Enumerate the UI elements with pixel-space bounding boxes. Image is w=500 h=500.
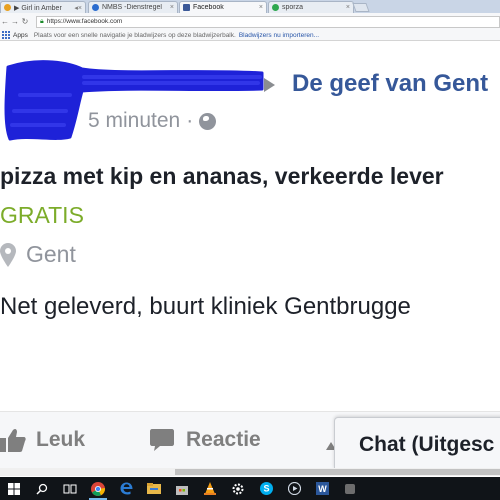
- horizontal-scrollbar[interactable]: [0, 468, 500, 476]
- comment-bubble-icon: [150, 429, 174, 451]
- comment-button[interactable]: Reactie: [150, 428, 261, 452]
- post-timestamp[interactable]: 5 minuten: [88, 109, 180, 133]
- media-player-icon[interactable]: [280, 477, 308, 500]
- address-bar[interactable]: 🔒︎ https://www.facebook.com: [36, 15, 500, 28]
- reload-icon[interactable]: ↻: [20, 17, 30, 26]
- tab-favicon-icon: [92, 4, 99, 11]
- tab-facebook[interactable]: Facebook ×: [179, 1, 267, 13]
- search-icon[interactable]: [28, 477, 56, 500]
- bookmarks-message: Plaats voor een snelle navigatie je blad…: [33, 31, 236, 39]
- tab-favicon-icon: [4, 4, 11, 11]
- chat-label: Chat (Uitgesc: [359, 433, 495, 456]
- new-tab-button[interactable]: [352, 3, 370, 12]
- listing-price: GRATIS: [0, 202, 84, 228]
- apps-link[interactable]: Apps: [13, 32, 28, 39]
- tab-sporza[interactable]: sporza ×: [268, 1, 354, 13]
- chrome-icon[interactable]: [84, 477, 112, 500]
- svg-text:S: S: [263, 484, 269, 494]
- skype-icon[interactable]: S: [252, 477, 280, 500]
- tab-label: Facebook: [193, 4, 224, 11]
- listing-location: Gent: [0, 241, 76, 268]
- globe-icon[interactable]: [199, 112, 217, 130]
- listing-description: Net geleverd, buurt kliniek Gentbrugge: [0, 293, 411, 320]
- tab-favicon-icon: [272, 4, 279, 11]
- location-text: Gent: [26, 241, 76, 267]
- tab-nmbs[interactable]: NMBS -Dienstregel ×: [88, 1, 178, 13]
- file-explorer-icon[interactable]: [140, 477, 168, 500]
- apps-grid-icon[interactable]: [2, 31, 10, 39]
- comment-label: Reactie: [186, 428, 261, 451]
- lock-icon: 🔒︎: [40, 17, 44, 25]
- close-tab-icon[interactable]: ×: [259, 4, 263, 11]
- facebook-favicon-icon: [183, 4, 190, 11]
- thumbs-up-icon: [0, 428, 26, 452]
- store-icon[interactable]: [168, 477, 196, 500]
- like-button[interactable]: Leuk: [0, 428, 85, 452]
- windows-start-icon[interactable]: [0, 477, 28, 500]
- location-pin-icon: [0, 242, 16, 267]
- group-name-link[interactable]: De geef van Gent: [292, 70, 488, 98]
- close-tab-icon[interactable]: ×: [170, 4, 174, 11]
- settings-icon[interactable]: [224, 477, 252, 500]
- scrollbar-thumb[interactable]: [175, 469, 500, 475]
- close-tab-icon[interactable]: ×: [346, 4, 350, 11]
- chat-tab[interactable]: Chat (Uitgesc: [334, 417, 500, 469]
- tab-label: NMBS -Dienstregel: [102, 4, 162, 11]
- tab-strip: ▶ Girl in Amber ◂× NMBS -Dienstregel × F…: [0, 0, 500, 13]
- address-text: https://www.facebook.com: [46, 18, 123, 25]
- listing-title: pizza met kip en ananas, verkeerde lever: [0, 163, 444, 189]
- bookmarks-bar: Apps Plaats voor een snelle navigatie je…: [0, 30, 500, 41]
- app-icon[interactable]: [336, 477, 364, 500]
- post-meta: 5 minuten ·: [88, 109, 217, 133]
- task-view-icon[interactable]: [56, 477, 84, 500]
- svg-text:W: W: [318, 484, 327, 494]
- browser-toolbar: ← → ↻ 🔒︎ https://www.facebook.com: [0, 13, 500, 30]
- back-icon[interactable]: ←: [0, 17, 10, 26]
- tab-girl-in-amber[interactable]: ▶ Girl in Amber ◂×: [0, 1, 86, 13]
- forward-icon[interactable]: →: [10, 17, 20, 26]
- post-target-arrow-icon: [264, 78, 275, 92]
- vlc-icon[interactable]: [196, 477, 224, 500]
- tab-label: sporza: [282, 4, 304, 11]
- meta-separator: ·: [186, 109, 194, 132]
- windows-taskbar: S W: [0, 477, 500, 500]
- word-icon[interactable]: W: [308, 477, 336, 500]
- close-tab-icon[interactable]: ◂×: [74, 4, 82, 12]
- import-bookmarks-link[interactable]: Bladwijzers nu importeren...: [239, 32, 319, 39]
- tab-label: ▶ Girl in Amber: [14, 4, 62, 12]
- like-label: Leuk: [36, 428, 86, 451]
- edge-icon[interactable]: [112, 477, 140, 500]
